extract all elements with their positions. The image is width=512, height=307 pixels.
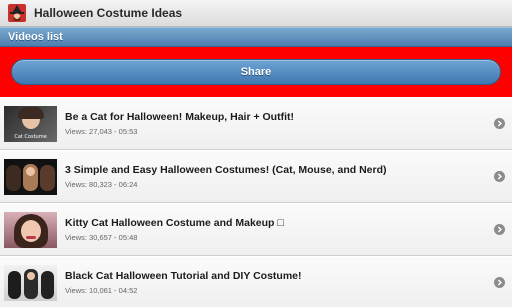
chevron-right-icon[interactable] (494, 224, 505, 235)
chevron-right-icon[interactable] (494, 277, 505, 288)
video-thumbnail (4, 158, 57, 195)
section-header: Videos list (0, 27, 512, 47)
video-list-item[interactable]: Black Cat Halloween Tutorial and DIY Cos… (0, 256, 512, 307)
section-title: Videos list (8, 31, 63, 43)
video-meta: Views: 80,323 - 06:24 (65, 180, 138, 189)
video-meta: Views: 30,657 - 05:48 (65, 233, 138, 242)
app-window: Halloween Costume Ideas Videos list Shar… (0, 0, 512, 307)
video-title: Kitty Cat Halloween Costume and Makeup □ (65, 217, 284, 229)
title-bar: Halloween Costume Ideas (0, 0, 512, 27)
chevron-right-icon[interactable] (494, 118, 505, 129)
video-list-item[interactable]: Cat Costume Be a Cat for Halloween! Make… (0, 97, 512, 150)
video-thumbnail (4, 264, 57, 301)
video-thumbnail: Cat Costume (4, 105, 57, 142)
video-list: Cat Costume Be a Cat for Halloween! Make… (0, 97, 512, 307)
witch-logo-icon (8, 4, 26, 22)
app-title: Halloween Costume Ideas (34, 6, 183, 20)
video-list-item[interactable]: 3 Simple and Easy Halloween Costumes! (C… (0, 150, 512, 203)
share-area: Share (0, 47, 512, 97)
video-title: Black Cat Halloween Tutorial and DIY Cos… (65, 270, 302, 282)
video-meta: Views: 10,061 - 04:52 (65, 286, 138, 295)
video-title: 3 Simple and Easy Halloween Costumes! (C… (65, 164, 387, 176)
video-thumbnail (4, 211, 57, 248)
video-list-item[interactable]: Kitty Cat Halloween Costume and Makeup □… (0, 203, 512, 256)
thumbnail-caption: Cat Costume (14, 133, 47, 140)
share-button-label: Share (240, 66, 272, 78)
chevron-right-icon[interactable] (494, 171, 505, 182)
video-meta: Views: 27,043 - 05:53 (65, 127, 138, 136)
share-button[interactable]: Share (11, 59, 501, 85)
video-title: Be a Cat for Halloween! Makeup, Hair + O… (65, 111, 294, 123)
